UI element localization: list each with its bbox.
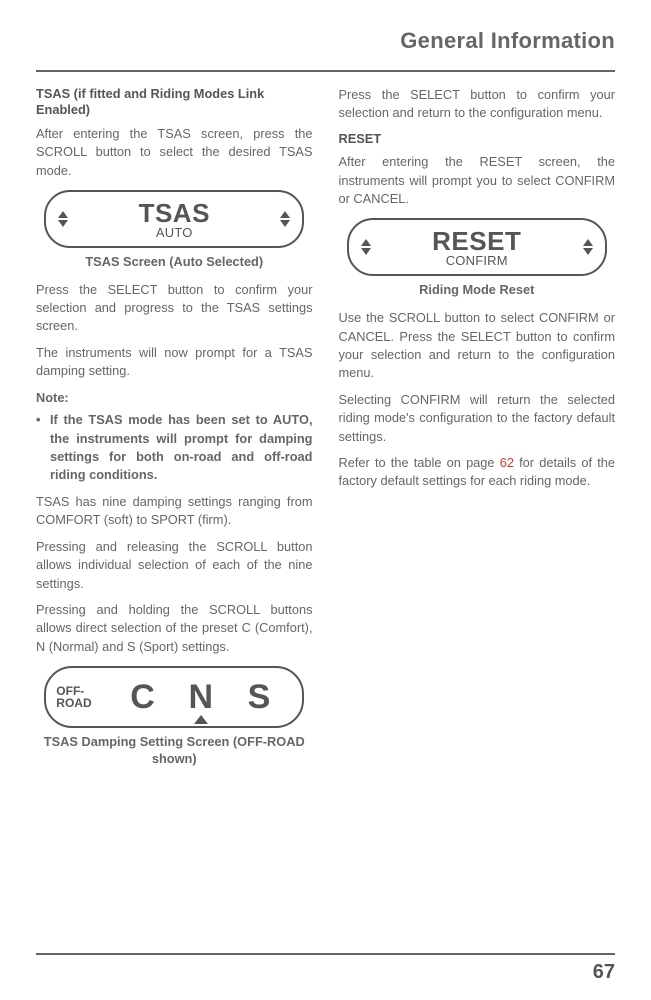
scroll-arrows-right [280,211,290,227]
reset-caption: Riding Mode Reset [339,282,616,299]
arrow-up-icon [361,239,371,246]
preset-s: S [231,673,288,722]
arrow-up-icon [58,211,68,218]
scroll-arrows-left [58,211,68,227]
bullet-icon: • [36,411,50,485]
columns: TSAS (if fitted and Riding Modes Link En… [36,86,615,777]
reset-p2: After entering the RESET screen, the ins… [339,153,616,208]
selection-pointer-icon [194,715,208,724]
arrow-down-icon [583,248,593,255]
page-link[interactable]: 62 [500,455,514,470]
cns-row: C N S [106,673,296,722]
page-title: General Information [36,28,615,72]
scroll-arrows-left [361,239,371,255]
arrow-up-icon [583,239,593,246]
damping-caption: TSAS Damping Setting Screen (OFF-ROAD sh… [36,734,313,767]
arrow-down-icon [280,220,290,227]
tsas-heading: TSAS (if fitted and Riding Modes Link En… [36,86,313,119]
arrow-down-icon [58,220,68,227]
lcd-title: RESET [432,228,521,254]
right-column: Press the SELECT button to confirm your … [339,86,616,777]
tsas-intro: After entering the TSAS screen, press th… [36,125,313,180]
note-item: • If the TSAS mode has been set to AUTO,… [36,411,313,485]
tsas-p5: Pressing and releasing the SCROLL button… [36,538,313,593]
tsas-lcd-screen: TSAS AUTO [44,190,304,248]
right-p1: Press the SELECT button to confirm your … [339,86,616,123]
page-number: 67 [593,961,615,983]
tsas-p2: Press the SELECT button to confirm your … [36,281,313,336]
offroad-label: OFF- ROAD [56,685,100,709]
lcd-title: TSAS [139,200,210,226]
reset-heading: RESET [339,131,616,147]
tsas-p3: The instruments will now prompt for a TS… [36,344,313,381]
tsas-caption: TSAS Screen (Auto Selected) [36,254,313,271]
arrow-down-icon [361,248,371,255]
left-column: TSAS (if fitted and Riding Modes Link En… [36,86,313,777]
preset-c: C [114,673,171,722]
reset-p4: Selecting CONFIRM will return the select… [339,391,616,446]
tsas-p6: Pressing and holding the SCROLL buttons … [36,601,313,656]
scroll-arrows-right [583,239,593,255]
reset-p5a: Refer to the table on page [339,455,500,470]
reset-lcd-screen: RESET CONFIRM [347,218,607,276]
note-text: If the TSAS mode has been set to AUTO, t… [50,411,313,485]
footer: 67 [36,953,615,984]
reset-p5: Refer to the table on page 62 for detail… [339,454,616,491]
arrow-up-icon [280,211,290,218]
damping-lcd-screen: OFF- ROAD C N S [44,666,304,728]
reset-p3: Use the SCROLL button to select CONFIRM … [339,309,616,383]
lcd-subtitle: AUTO [156,226,193,239]
note-heading: Note: [36,389,313,407]
lcd-subtitle: CONFIRM [446,254,508,267]
tsas-p4: TSAS has nine damping settings ranging f… [36,493,313,530]
